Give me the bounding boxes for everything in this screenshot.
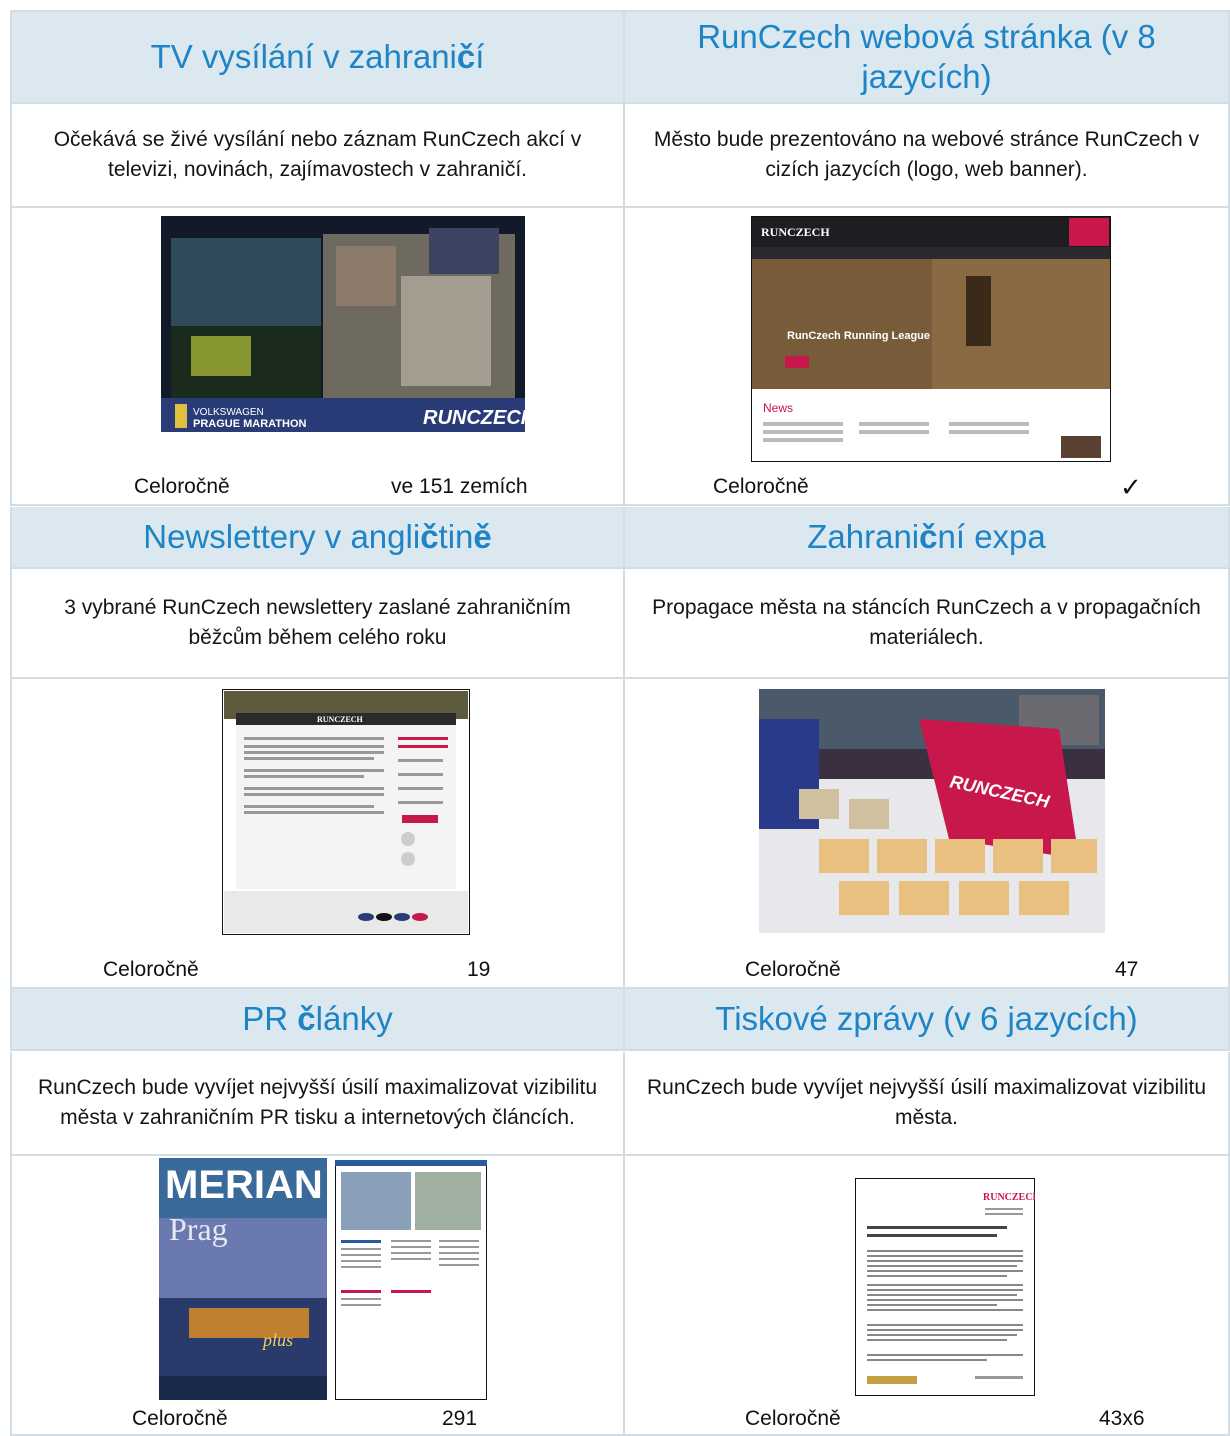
image-cell-press-releases: RUNCZECH Celoročně 43x6 <box>625 1155 1230 1436</box>
header-newsletters: Newslettery v angličtině <box>10 506 625 569</box>
caption-row: Celoročně 43x6 <box>625 1404 1228 1434</box>
merian-magazine-cover: MERIAN Prag plus <box>159 1157 327 1400</box>
header-text: RunCzech webová stránka (v 8 jazycích) <box>697 18 1156 95</box>
caption-row: Celoročně 47 <box>625 953 1228 987</box>
magazine-title: MERIAN <box>165 1163 323 1207</box>
image-cell-pr-articles: MERIAN Prag plus Celoročně 291 <box>10 1155 625 1436</box>
header-expos: Zahraniční expa <box>625 506 1230 569</box>
caption-label: Celoročně <box>745 958 841 982</box>
header-text: Newslettery v angličtině <box>143 517 492 555</box>
caption-value: 291 <box>442 1406 478 1430</box>
description-tv-broadcast: Očekává se živé vysílání nebo záznam Run… <box>10 104 625 209</box>
header-tv-broadcast: TV vysílání v zahraničí <box>10 10 625 104</box>
caption-value: 47 <box>1115 958 1139 982</box>
broadcast-brand-right: RUNCZECH <box>423 407 525 429</box>
header-text: PR články <box>242 1000 393 1038</box>
comparison-table: TV vysílání v zahraničí RunCzech webová … <box>10 10 1230 1436</box>
checkmark-icon: ✓ <box>1120 472 1142 503</box>
tv-broadcast-photo: VOLKSWAGEN PRAGUE MARATHON RUNCZECH <box>161 216 525 433</box>
magazine-subtitle: Prag <box>169 1211 228 1247</box>
image-cell-newsletters: RUNCZECH Celoročně 19 <box>10 679 625 990</box>
broadcast-brand-top: VOLKSWAGEN <box>193 407 264 418</box>
caption-label: Celoročně <box>103 958 199 982</box>
broadcast-brand-bottom: PRAGUE MARATHON <box>193 418 307 430</box>
caption-label: Celoročně <box>132 1406 228 1430</box>
press-release-logo: RUNCZECH <box>983 1192 1035 1203</box>
magazine-badge: plus <box>261 1330 293 1350</box>
caption-value: 43x6 <box>1099 1406 1145 1430</box>
description-newsletters: 3 vybrané RunCzech newslettery zaslané z… <box>10 568 625 679</box>
newsletter-logo: RUNCZECH <box>317 715 364 724</box>
website-screenshot: RUNCZECH RunCzech Running League News <box>751 216 1111 463</box>
website-news-heading: News <box>763 401 793 415</box>
header-text: Zahraniční expa <box>807 517 1046 555</box>
caption-row: Celoročně 291 <box>12 1404 623 1434</box>
press-release-document: RUNCZECH <box>855 1177 1035 1396</box>
newsletter-screenshot: RUNCZECH <box>222 689 470 936</box>
caption-label: Celoročně <box>713 475 809 499</box>
caption-row: Celoročně ✓ <box>625 470 1228 504</box>
description-press-releases: RunCzech bude vyvíjet nejvyšší úsilí max… <box>625 1051 1230 1156</box>
image-cell-tv-broadcast: VOLKSWAGEN PRAGUE MARATHON RUNCZECH Celo… <box>10 208 625 507</box>
caption-row: Celoročně 19 <box>12 953 623 987</box>
caption-label: Celoročně <box>745 1406 841 1430</box>
caption-row: Celoročně ve 151 zemích <box>12 470 623 504</box>
website-logo: RUNCZECH <box>761 225 830 239</box>
header-press-releases: Tiskové zprávy (v 6 jazycích) <box>625 989 1230 1052</box>
image-cell-website: RUNCZECH RunCzech Running League News Ce… <box>625 208 1230 507</box>
header-pr-articles: PR články <box>10 989 625 1052</box>
description-expos: Propagace města na stáncích RunCzech a v… <box>625 568 1230 679</box>
header-text: Tiskové zprávy (v 6 jazycích) <box>715 1000 1138 1038</box>
caption-value: ve 151 zemích <box>391 475 528 499</box>
description-pr-articles: RunCzech bude vyvíjet nejvyšší úsilí max… <box>10 1051 625 1156</box>
header-website: RunCzech webová stránka (v 8 jazycích) <box>625 10 1230 104</box>
image-cell-expos: RUNCZECH Celoročně 47 <box>625 679 1230 990</box>
website-banner-title: RunCzech Running League <box>787 330 930 342</box>
caption-label: Celoročně <box>134 475 230 499</box>
caption-value: 19 <box>467 958 491 982</box>
description-website: Město bude prezentováno na webové stránc… <box>625 104 1230 209</box>
expo-booth-photo: RUNCZECH <box>759 689 1105 934</box>
header-text: TV vysílání v zahraničí <box>150 38 485 75</box>
article-spread <box>335 1159 487 1400</box>
